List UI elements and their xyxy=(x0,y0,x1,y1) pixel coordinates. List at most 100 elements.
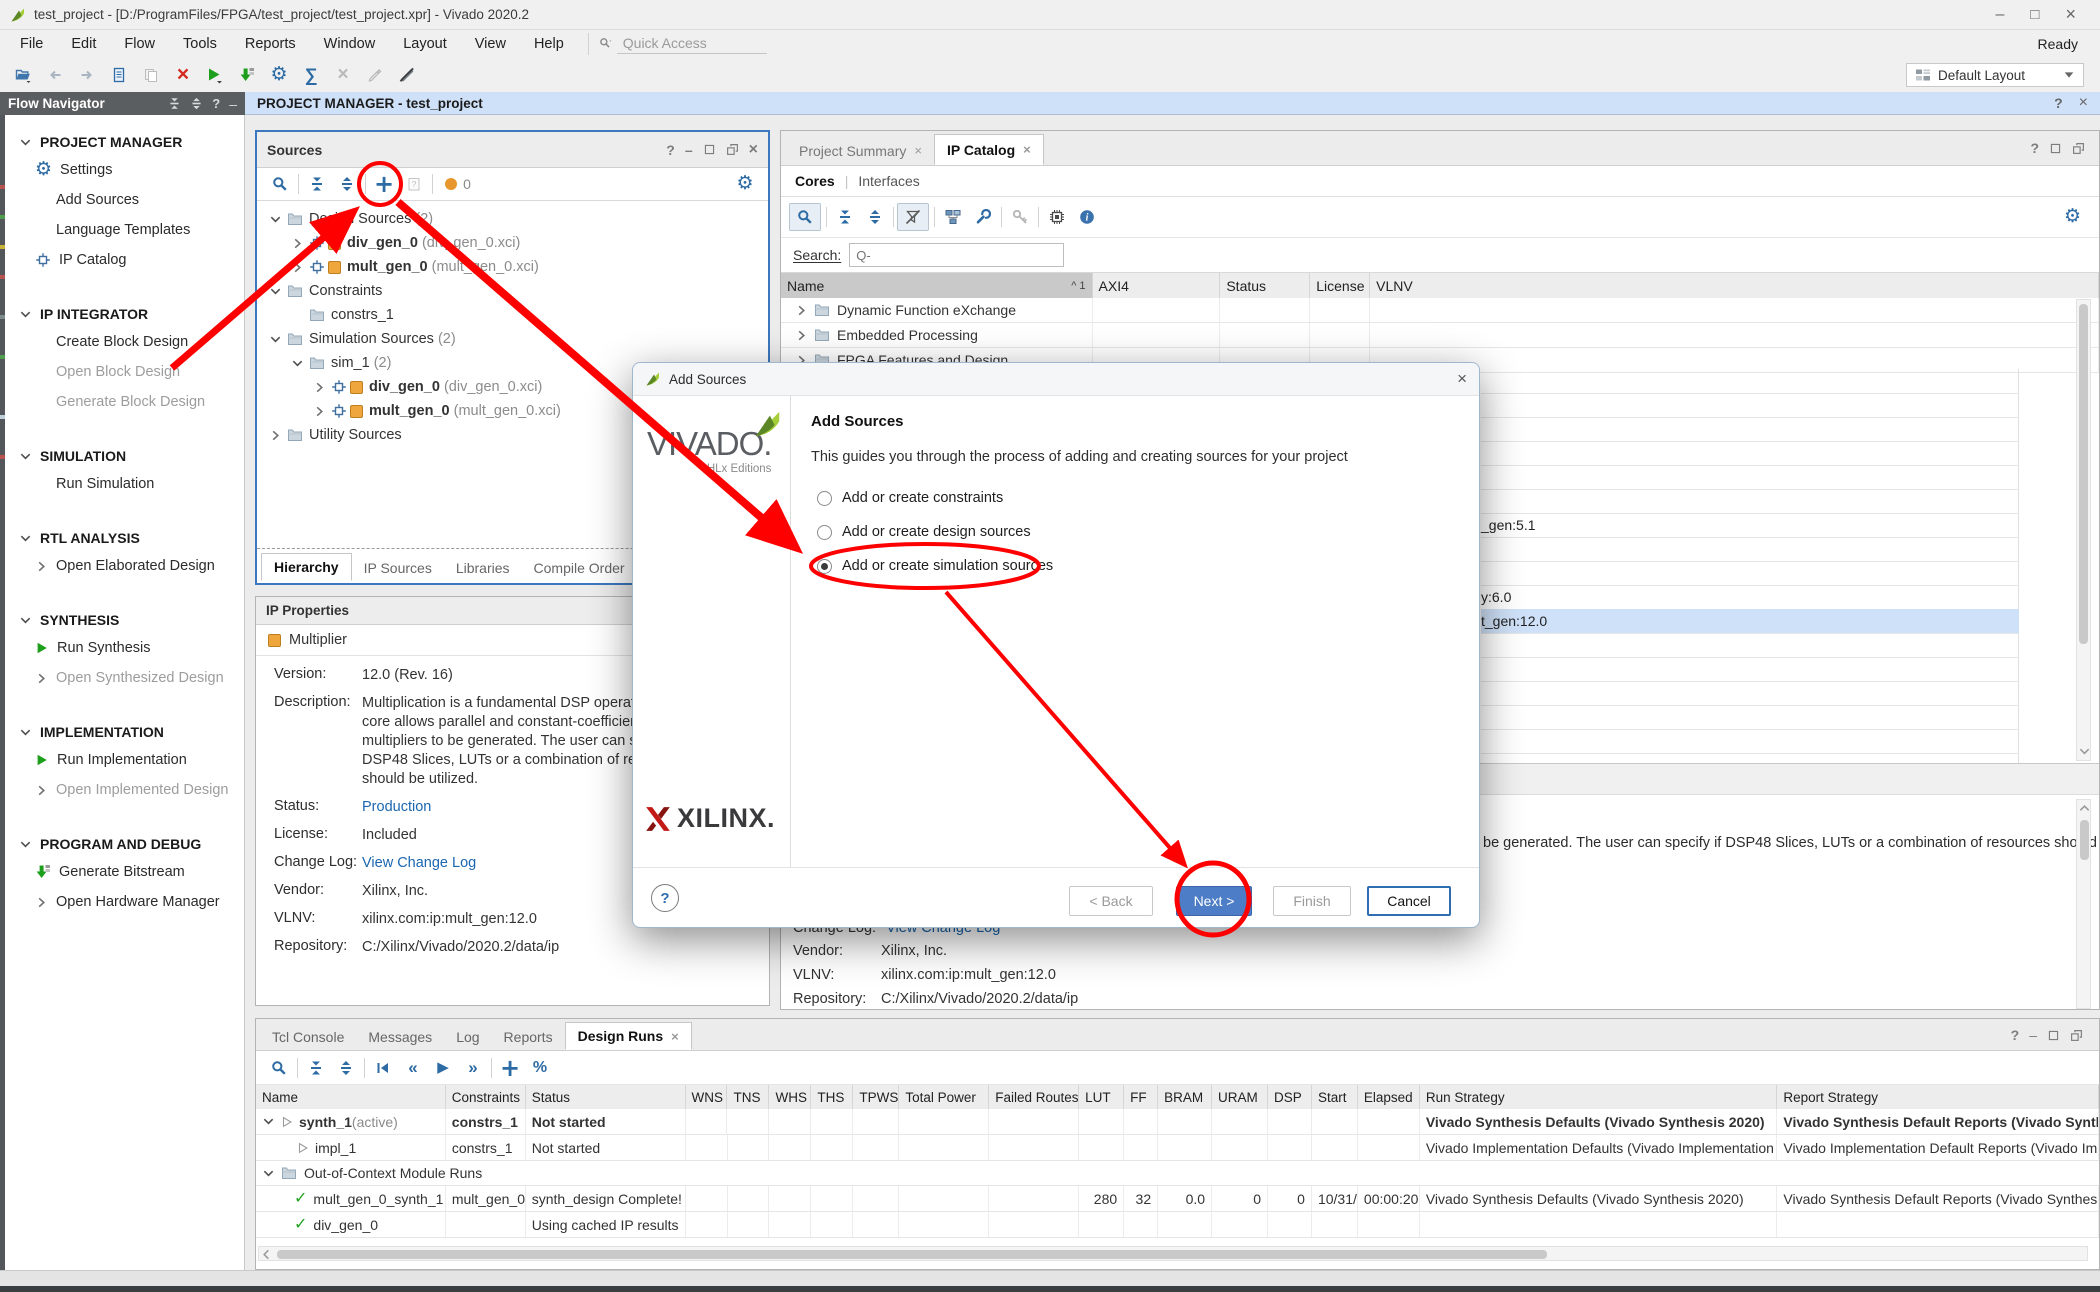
sources-close-icon[interactable]: × xyxy=(749,144,758,156)
source-tree-item-mult_gen_0[interactable]: mult_gen_0 (mult_gen_0.xci) xyxy=(257,255,768,279)
dialog-option-add-or-create-simulation-sources[interactable]: Add or create simulation sources xyxy=(817,555,1417,577)
ip-catalog-vscrollbar[interactable] xyxy=(2076,299,2091,761)
sources-help-icon[interactable]: ? xyxy=(666,142,675,158)
bottom-tab-messages[interactable]: Messages xyxy=(356,1024,444,1050)
tab-close-icon[interactable]: × xyxy=(1023,142,1031,157)
toolbar-pen-button[interactable] xyxy=(360,62,390,88)
sources-collapse-button[interactable] xyxy=(302,171,332,197)
layout-selector[interactable]: Default Layout xyxy=(1906,63,2084,87)
runs-row-synth_1[interactable]: synth_1 (active)constrs_1Not startedViva… xyxy=(256,1109,2099,1135)
menu-tools[interactable]: Tools xyxy=(169,30,231,58)
catalog-clipped-row[interactable]: y:6.0 xyxy=(1481,585,2019,609)
flow-nav-help-icon[interactable]: ? xyxy=(212,96,220,111)
catalog-row-embedded-processing[interactable]: Embedded Processing xyxy=(781,323,2099,348)
context-close-icon[interactable]: × xyxy=(2079,94,2088,112)
scroll-down-icon[interactable] xyxy=(2078,745,2091,758)
catalog-clipped-row[interactable]: _gen:5.1 xyxy=(1481,513,2019,537)
bottom-tab-tcl-console[interactable]: Tcl Console xyxy=(260,1024,356,1050)
sources-tab-ip-sources[interactable]: IP Sources xyxy=(352,555,444,581)
runs-column-tns[interactable]: TNS xyxy=(727,1085,769,1109)
catalog-expand-button[interactable] xyxy=(860,204,890,230)
sources-expand-button[interactable] xyxy=(332,171,362,197)
dialog-help-button[interactable]: ? xyxy=(651,884,679,912)
flow-nav-item-open-hardware-manager[interactable]: Open Hardware Manager xyxy=(5,887,244,917)
runs-play-blue-button[interactable]: ▶ xyxy=(428,1055,458,1081)
runs-column-uram[interactable]: URAM xyxy=(1212,1085,1268,1109)
dialog-next-button[interactable]: Next > xyxy=(1176,886,1252,916)
flow-nav-item-run-simulation[interactable]: Run Simulation xyxy=(5,469,244,499)
flow-nav-item-language-templates[interactable]: Language Templates xyxy=(5,215,244,245)
runs-expand-button[interactable] xyxy=(331,1055,361,1081)
toolbar-redo-button[interactable] xyxy=(72,62,102,88)
sources-search-button[interactable] xyxy=(265,171,295,197)
catalog-subtab-cores[interactable]: Cores xyxy=(795,173,835,189)
catalog-help-icon[interactable]: ? xyxy=(2030,140,2039,156)
quick-access-input[interactable]: Quick Access xyxy=(617,35,767,54)
catalog-column-status[interactable]: Status xyxy=(1220,273,1310,298)
catalog-group-button[interactable] xyxy=(938,204,968,230)
toolbar-undo-button[interactable] xyxy=(40,62,70,88)
catalog-chip-button[interactable] xyxy=(1042,204,1072,230)
window-minimize-button[interactable]: – xyxy=(1996,6,2005,24)
bottom-tab-reports[interactable]: Reports xyxy=(492,1024,565,1050)
tab-close-icon[interactable]: × xyxy=(671,1029,679,1044)
sources-minimize-icon[interactable]: – xyxy=(685,145,693,155)
catalog-column-vlnv[interactable]: VLNV xyxy=(1370,273,2099,298)
bottom-float-icon[interactable] xyxy=(2070,1029,2083,1042)
catalog-tab-project-summary[interactable]: Project Summary× xyxy=(787,136,934,165)
catalog-maximize-icon[interactable] xyxy=(2049,142,2062,155)
runs-column-status[interactable]: Status xyxy=(526,1085,686,1109)
toolbar-open-project-button[interactable] xyxy=(8,62,38,88)
menu-edit[interactable]: Edit xyxy=(57,30,110,58)
toolbar-x-gray-button[interactable]: × xyxy=(328,62,358,88)
flow-nav-item-run-implementation[interactable]: Run Implementation xyxy=(5,745,244,775)
flow-nav-item-generate-bitstream[interactable]: Generate Bitstream xyxy=(5,857,244,887)
catalog-search-button[interactable] xyxy=(789,203,821,231)
runs-column-failed-routes[interactable]: Failed Routes xyxy=(989,1085,1079,1109)
flow-nav-section-header[interactable]: PROGRAM AND DEBUG xyxy=(5,831,244,857)
dialog-titlebar[interactable]: Add Sources × xyxy=(633,363,1479,396)
toolbar-copy-button[interactable] xyxy=(136,62,166,88)
bottom-minimize-icon[interactable]: – xyxy=(2029,1030,2037,1040)
toolbar-bitstream-button[interactable] xyxy=(232,62,262,88)
runs-column-ff[interactable]: FF xyxy=(1124,1085,1158,1109)
bottom-tab-design-runs[interactable]: Design Runs× xyxy=(565,1022,692,1050)
sources-tab-libraries[interactable]: Libraries xyxy=(444,555,522,581)
runs-column-report-strategy[interactable]: Report Strategy xyxy=(1777,1085,2099,1109)
flow-nav-section-header[interactable]: SYNTHESIS xyxy=(5,607,244,633)
runs-search-button[interactable] xyxy=(264,1055,294,1081)
menu-reports[interactable]: Reports xyxy=(231,30,310,58)
runs-percent-button[interactable]: % xyxy=(525,1055,555,1081)
menu-help[interactable]: Help xyxy=(520,30,578,58)
runs-row-div_gen_0[interactable]: ✓div_gen_0Using cached IP results xyxy=(256,1212,2099,1238)
dialog-option-add-or-create-constraints[interactable]: Add or create constraints xyxy=(817,487,1417,509)
source-tree-item-Design Sources[interactable]: Design Sources (2) xyxy=(257,207,768,231)
catalog-subtab-interfaces[interactable]: Interfaces xyxy=(858,173,919,189)
runs-hscrollbar[interactable] xyxy=(258,1246,2088,1261)
runs-column-wns[interactable]: WNS xyxy=(686,1085,728,1109)
runs-group-row[interactable]: Out-of-Context Module Runs xyxy=(256,1161,2099,1186)
toolbar-abort-button[interactable]: × xyxy=(168,62,198,88)
flow-nav-minimize-icon[interactable]: – xyxy=(229,96,237,112)
dialog-option-add-or-create-design-sources[interactable]: Add or create design sources xyxy=(817,521,1417,543)
source-tree-item-Constraints[interactable]: Constraints xyxy=(257,279,768,303)
context-help-icon[interactable]: ? xyxy=(2054,95,2063,111)
catalog-column-name[interactable]: Name^ 1 xyxy=(781,273,1093,298)
catalog-column-axi4[interactable]: AXI4 xyxy=(1093,273,1221,298)
bottom-tab-log[interactable]: Log xyxy=(444,1024,491,1050)
ip-catalog-details-vscrollbar[interactable] xyxy=(2076,799,2091,1009)
bottom-maximize-icon[interactable] xyxy=(2047,1029,2060,1042)
source-tree-item-constrs_1[interactable]: constrs_1 xyxy=(257,303,768,327)
sources-add-button[interactable]: + xyxy=(369,171,399,197)
runs-row-mult_gen_0_synth_1[interactable]: ✓mult_gen_0_synth_1mult_gen_0synth_desig… xyxy=(256,1186,2099,1212)
window-close-button[interactable]: × xyxy=(2065,4,2076,25)
toolbar-sigma-button[interactable]: ∑ xyxy=(296,62,326,88)
ip-catalog-settings-icon[interactable]: ⚙ xyxy=(2064,209,2081,225)
toolbar-run-button[interactable] xyxy=(200,62,230,88)
dialog-close-button[interactable]: × xyxy=(1457,369,1467,389)
runs-row-impl_1[interactable]: impl_1constrs_1Not startedVivado Impleme… xyxy=(256,1135,2099,1161)
collapse-w-icon[interactable] xyxy=(168,97,181,110)
flow-nav-section-header[interactable]: RTL ANALYSIS xyxy=(5,525,244,551)
runs-add-button[interactable]: + xyxy=(495,1055,525,1081)
runs-next-button[interactable]: » xyxy=(458,1055,488,1081)
